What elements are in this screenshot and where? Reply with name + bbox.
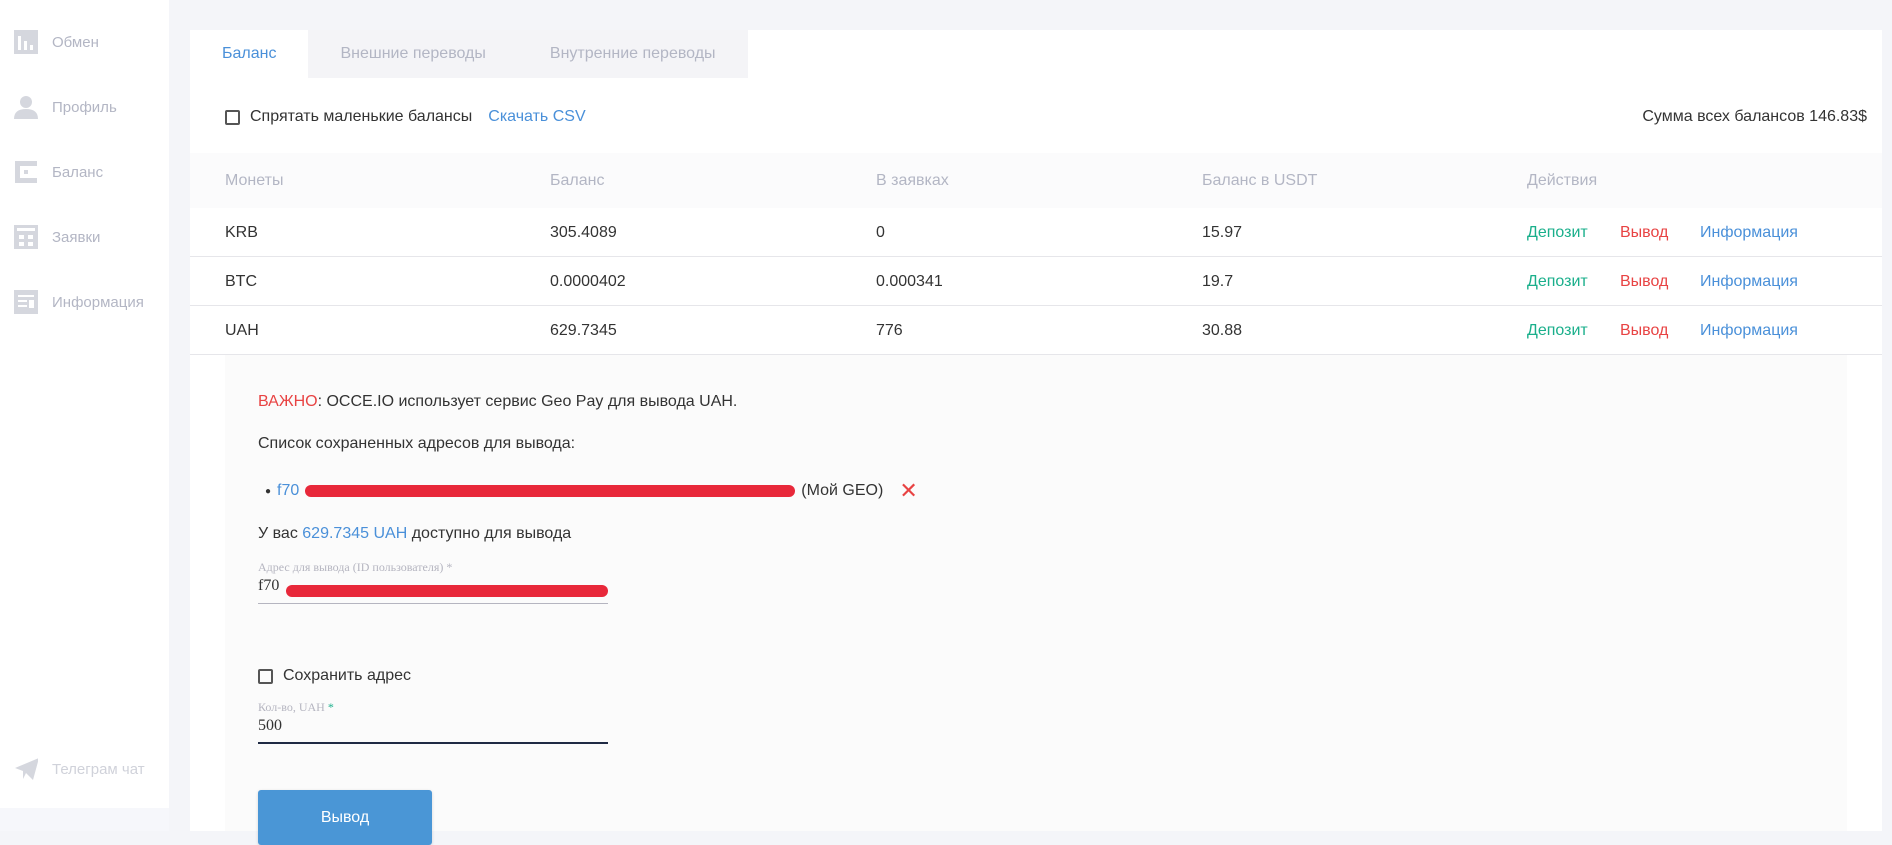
address-input[interactable]: f70 [258,577,608,604]
column-header: В заявках [876,172,949,189]
column-header: Действия [1527,172,1598,189]
saved-addresses-title: Список сохраненных адресов для вывода: [258,435,576,452]
table-cell: 30.88 [1202,322,1243,339]
required-mark: * [327,700,334,714]
sidebar-item-label: Баланс [52,163,104,181]
tab-internal-transfers[interactable]: Внутренние переводы [517,30,748,78]
telegram-chat-link[interactable]: Телеграм чат [14,757,145,781]
sidebar-item-orders[interactable]: Заявки [14,225,100,249]
download-csv-link[interactable]: Скачать CSV [488,108,585,126]
withdraw-submit-button[interactable]: Вывод [258,790,432,845]
withdraw-button[interactable]: Вывод [1620,208,1668,257]
sidebar-item-balance[interactable]: Баланс [14,160,103,184]
sidebar-item-label: Заявки [52,228,101,246]
address-value: f70 [258,577,280,594]
saved-address-item: ● f70 (Мой GEO) ✕ [265,478,918,504]
info-button[interactable]: Информация [1700,306,1798,355]
save-address-row: Сохранить адрес [258,667,411,685]
table-cell: 0 [876,224,885,241]
telegram-label: Телеграм чат [52,760,145,778]
available-suffix: доступно для вывода [411,525,572,542]
redacted-address [305,483,796,499]
save-address-checkbox[interactable] [258,668,273,684]
amount-label: Кол-во, UAH * [258,700,334,715]
chart-icon [14,30,38,54]
table-cell: 19.7 [1202,273,1234,290]
amount-input[interactable]: 500 [258,717,608,744]
table-cell: 15.97 [1202,224,1243,241]
main-panel: Баланс Внешние переводы Внутренние перев… [190,30,1882,845]
table-cell: 776 [876,322,903,339]
column-header: Баланс [550,172,605,189]
document-icon [14,290,38,314]
amount-label-text: Кол-во, UAH [258,700,325,714]
tabs: Баланс Внешние переводы Внутренние перев… [190,30,1882,78]
hide-small-balances-label[interactable]: Спрятать маленькие балансы [250,108,472,126]
table-header: Монеты Баланс В заявках Баланс в USDT Де… [190,153,1882,208]
available-text: У вас 629.7345 UAH доступно для вывода [258,525,571,543]
withdraw-panel: ВАЖНО: OCCE.IO использует сервис Geo Pay… [225,355,1847,845]
amount-value: 500 [258,717,282,734]
sidebar-item-label: Информация [52,293,144,311]
save-address-label[interactable]: Сохранить адрес [283,667,411,685]
tab-balance[interactable]: Баланс [190,30,309,78]
hide-small-balances-checkbox[interactable] [225,109,240,125]
deposit-button[interactable]: Депозит [1527,306,1588,355]
available-amount: 629.7345 UAH [302,525,408,542]
wallet-icon [14,160,38,184]
sidebar-item-label: Профиль [52,98,117,116]
table-cell: UAH [225,322,259,339]
sidebar-item-profile[interactable]: Профиль [14,95,117,119]
important-label: ВАЖНО [258,393,318,410]
tab-external-transfers[interactable]: Внешние переводы [308,30,518,78]
total-balance: Сумма всех балансов 146.83$ [1642,108,1867,125]
notice-text: : OCCE.IO использует сервис Geo Pay для … [317,393,738,410]
table-cell: KRB [225,224,258,241]
table-row: KRB 305.4089 0 15.97 Депозит Вывод Информация [190,208,1882,257]
table-row: UAH 629.7345 776 30.88 Депозит Вывод Информаци… [190,306,1882,355]
sidebar-collapse[interactable] [0,808,169,831]
table-row: BTC 0.0000402 0.000341 19.7 Депозит Вывод Инфо… [190,257,1882,306]
info-button[interactable]: Информация [1700,208,1798,257]
column-header: Монеты [225,172,284,189]
deposit-button[interactable]: Депозит [1527,257,1588,306]
sidebar: Обмен Профиль Баланс Заявки Информация Т… [0,0,169,831]
saved-address-name: (Мой GEO) [801,482,884,499]
table-cell: BTC [225,273,257,290]
info-button[interactable]: Информация [1700,257,1798,306]
sidebar-item-label: Обмен [52,33,99,51]
table-cell: 305.4089 [550,224,617,241]
column-header: Баланс в USDT [1202,172,1318,189]
notice: ВАЖНО: OCCE.IO использует сервис Geo Pay… [258,393,737,411]
telegram-icon [14,757,38,781]
deposit-button[interactable]: Депозит [1527,208,1588,257]
withdraw-button[interactable]: Вывод [1620,306,1668,355]
table-cell: 629.7345 [550,322,617,339]
user-icon [14,95,38,119]
sidebar-item-exchange[interactable]: Обмен [14,30,99,54]
saved-address-link[interactable]: f70 [277,482,299,500]
delete-address-icon[interactable]: ✕ [899,478,917,504]
address-label: Адрес для вывода (ID пользователя) * [258,560,453,574]
toolbar: Спрятать маленькие балансы Скачать CSV С… [225,105,1867,129]
calculator-icon [14,225,38,249]
sidebar-item-info[interactable]: Информация [14,290,144,314]
table-cell: 0.000341 [876,273,943,290]
available-prefix: У вас [258,525,298,542]
withdraw-button[interactable]: Вывод [1620,257,1668,306]
table-cell: 0.0000402 [550,273,626,290]
